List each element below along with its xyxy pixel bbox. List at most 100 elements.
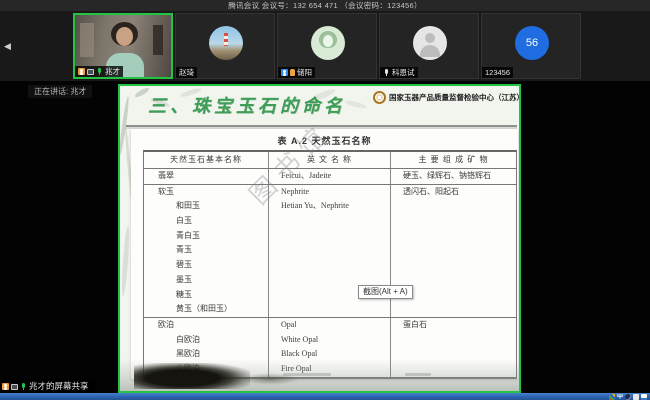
speaking-indicator: 正在讲话: 兆才 bbox=[28, 85, 93, 98]
screen-share-icon bbox=[11, 383, 18, 390]
cell-name: 和田玉 bbox=[176, 201, 200, 211]
participant-tile[interactable]: 赵琦 bbox=[175, 13, 275, 79]
participant-label: 兆才 bbox=[75, 66, 123, 77]
table-row: 糖玉 bbox=[144, 287, 516, 303]
bamboo-decoration bbox=[344, 99, 368, 110]
cell-minerals bbox=[391, 302, 516, 317]
cell-minerals: 蛋白石 bbox=[403, 319, 427, 329]
table-row: 翡翠 Feicui、Jadeite 硬玉、绿辉石、钠铬辉石 bbox=[144, 169, 516, 185]
member-icon bbox=[281, 69, 288, 76]
table-title: 表 A.2 天然玉石名称 bbox=[277, 136, 372, 146]
avatar-face bbox=[323, 35, 333, 47]
cell-minerals bbox=[391, 258, 516, 273]
ime-icon[interactable]: 中 bbox=[617, 394, 623, 400]
table-header-cell: 主 要 组 成 矿 物 bbox=[418, 155, 489, 164]
table-row: 和田玉 Hetian Yu、Nephrite bbox=[144, 199, 516, 215]
windows-taskbar[interactable]: 中 bbox=[0, 393, 650, 400]
slide-heading: 三、珠宝玉石的命名 bbox=[148, 96, 346, 117]
cell-minerals bbox=[391, 199, 516, 214]
table-header-row: 天然玉石基本名称 英 文 名 称 主 要 组 成 矿 物 bbox=[144, 152, 516, 169]
participant-tile[interactable]: 兆才 bbox=[73, 13, 173, 79]
person-face bbox=[116, 27, 133, 46]
mic-on-icon bbox=[96, 68, 103, 75]
moon-icon[interactable] bbox=[625, 393, 631, 400]
participant-label: 赵琦 bbox=[176, 67, 197, 78]
organization-banner: 国家玉器产品质量监督检验中心（江苏） bbox=[373, 91, 519, 104]
screen-share-icon bbox=[87, 69, 94, 75]
table-row: 青玉 bbox=[144, 243, 516, 259]
presentation-slide: 三、珠宝玉石的命名 国家玉器产品质量监督检验中心（江苏） 表 A.2 天然玉石名… bbox=[120, 86, 519, 391]
meeting-title-text: 腾讯会议 会议号：132 654 471 （会议密码：123456） bbox=[228, 1, 422, 10]
cell-name: 青玉 bbox=[176, 245, 192, 255]
table-row: 青白玉 bbox=[144, 228, 516, 244]
cell-english bbox=[268, 243, 391, 259]
cell-name: 墨玉 bbox=[176, 274, 192, 284]
ink-blob-decoration bbox=[240, 373, 300, 385]
table-row: 白玉 bbox=[144, 214, 516, 229]
participant-tile[interactable]: 科恩试 bbox=[379, 13, 479, 79]
cell-english bbox=[268, 258, 391, 273]
cell-english: Opal bbox=[268, 317, 391, 333]
cell-minerals bbox=[391, 229, 516, 244]
cell-name: 软玉 bbox=[158, 186, 174, 196]
participant-name: 赵琦 bbox=[179, 68, 194, 77]
cell-english bbox=[268, 214, 391, 229]
participant-tile[interactable]: 储阳 bbox=[277, 13, 377, 79]
shared-screen: 三、珠宝玉石的命名 国家玉器产品质量监督检验中心（江苏） 表 A.2 天然玉石名… bbox=[118, 84, 521, 393]
person-silhouette-head bbox=[425, 33, 435, 43]
jade-names-table: 天然玉石基本名称 英 文 名 称 主 要 组 成 矿 物翡翠 Feicui、Jadei… bbox=[143, 150, 517, 379]
main-stage: 正在讲话: 兆才 三、珠宝玉石的命名 国家玉器产品质量监督检验中心（江苏） 表 … bbox=[0, 81, 650, 393]
cell-name: 白玉 bbox=[176, 216, 192, 226]
room-window bbox=[80, 23, 94, 57]
ink-blob-decoration bbox=[134, 363, 250, 389]
cell-name: 黄玉（和田玉） bbox=[176, 304, 232, 314]
lighthouse-graphic bbox=[224, 33, 228, 46]
table-row: 白欧泊 White Opal bbox=[144, 332, 516, 348]
cell-english bbox=[268, 302, 391, 317]
table-header-cell: 天然玉石基本名称 bbox=[170, 155, 242, 164]
cell-english: Feicui、Jadeite bbox=[268, 169, 391, 184]
header-divider bbox=[126, 125, 517, 127]
cell-minerals bbox=[391, 214, 516, 229]
screenshot-hotkey-tooltip: 截图(Alt + A) bbox=[358, 285, 413, 299]
participant-label: 123456 bbox=[482, 67, 514, 78]
mail-icon[interactable] bbox=[641, 393, 647, 400]
cell-name: 白欧泊 bbox=[176, 334, 200, 344]
meeting-title-bar: 腾讯会议 会议号：132 654 471 （会议密码：123456） bbox=[0, 0, 650, 11]
host-icon bbox=[2, 382, 9, 390]
cell-english: Nephrite bbox=[268, 184, 391, 200]
participant-label: 科恩试 bbox=[380, 67, 418, 78]
participant-tile[interactable]: 56 123456 bbox=[481, 13, 581, 79]
participant-label: 储阳 bbox=[278, 67, 315, 78]
default-avatar bbox=[413, 26, 447, 60]
system-tray: 中 bbox=[609, 393, 647, 400]
cell-name: 青白玉 bbox=[176, 230, 200, 240]
screen-share-banner: 兆才的屏幕共享 bbox=[0, 379, 95, 393]
window-icon[interactable] bbox=[633, 393, 639, 400]
cell-english: White Opal bbox=[268, 332, 391, 348]
bamboo-decoration bbox=[120, 225, 131, 297]
host-icon bbox=[78, 68, 85, 75]
collapse-strip-arrow-icon[interactable]: ◀ bbox=[4, 42, 11, 51]
meeting-app-window: 腾讯会议 会议号：132 654 471 （会议密码：123456） ◀ 兆才 赵… bbox=[0, 0, 650, 400]
photo-avatar bbox=[209, 26, 243, 60]
table-row: 黄玉（和田玉） bbox=[144, 302, 516, 318]
table-row: 软玉 Nephrite 透闪石、阳起石 bbox=[144, 184, 516, 200]
participant-name: 123456 bbox=[485, 68, 511, 77]
cell-name: 欧泊 bbox=[158, 319, 174, 329]
illustration-avatar bbox=[311, 26, 345, 60]
cell-minerals bbox=[391, 243, 516, 258]
table-row: 碧玉 bbox=[144, 258, 516, 273]
document-page: 表 A.2 天然玉石名称 天然玉石基本名称 英 文 名 称 主 要 组 成 矿 物翡… bbox=[131, 129, 518, 379]
cell-name: 糖玉 bbox=[176, 289, 192, 299]
organization-seal-icon bbox=[373, 91, 386, 104]
cell-minerals bbox=[391, 333, 516, 348]
participant-name: 兆才 bbox=[105, 67, 120, 76]
cell-name: 碧玉 bbox=[176, 260, 192, 270]
room-shelf bbox=[153, 25, 163, 55]
number-avatar: 56 bbox=[515, 26, 549, 60]
participant-strip: 兆才 赵琦 储阳 科恩试 56 123456 bbox=[73, 13, 583, 79]
cell-minerals: 透闪石、阳起石 bbox=[403, 186, 459, 196]
participant-name: 储阳 bbox=[297, 68, 312, 77]
colorful-app-icon[interactable] bbox=[609, 393, 615, 400]
